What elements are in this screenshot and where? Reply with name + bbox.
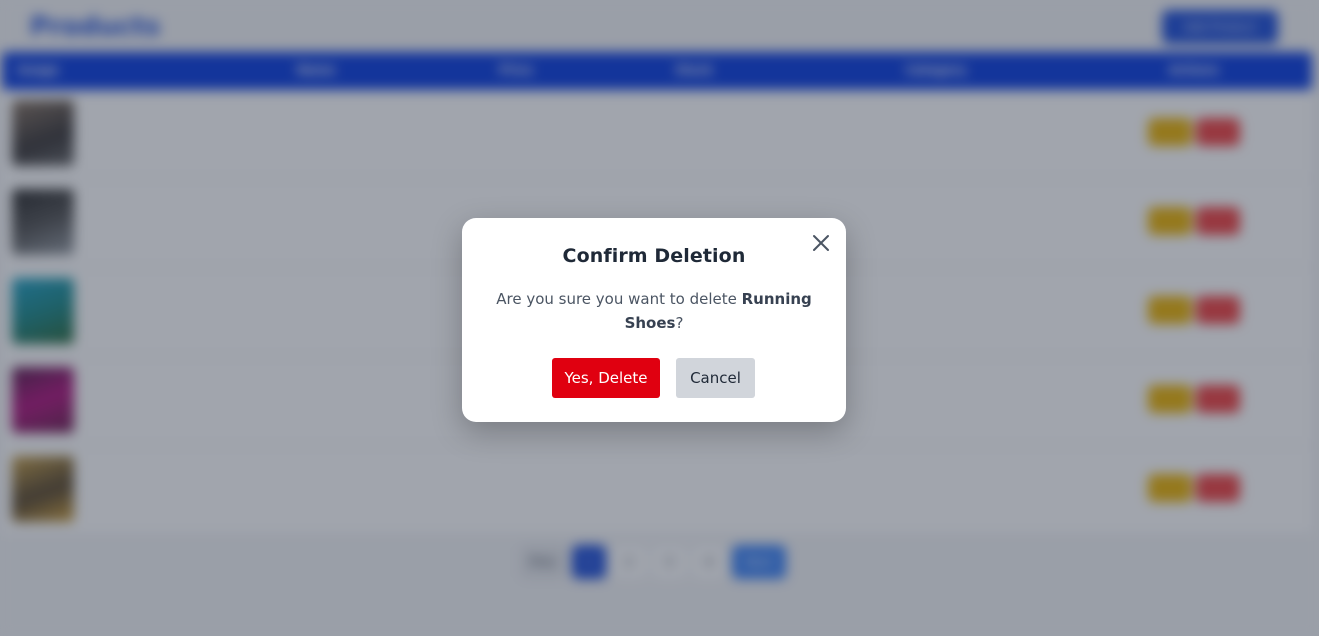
confirm-deletion-dialog: Confirm Deletion Are you sure you want t… xyxy=(462,218,846,422)
dialog-message: Are you sure you want to delete Running … xyxy=(492,287,816,335)
close-button[interactable] xyxy=(808,230,834,256)
close-icon xyxy=(813,235,829,251)
dialog-message-prefix: Are you sure you want to delete xyxy=(496,290,742,308)
dialog-message-suffix: ? xyxy=(675,314,684,332)
cancel-button[interactable]: Cancel xyxy=(676,358,755,398)
dialog-title: Confirm Deletion xyxy=(562,245,746,267)
confirm-delete-button[interactable]: Yes, Delete xyxy=(552,358,660,398)
